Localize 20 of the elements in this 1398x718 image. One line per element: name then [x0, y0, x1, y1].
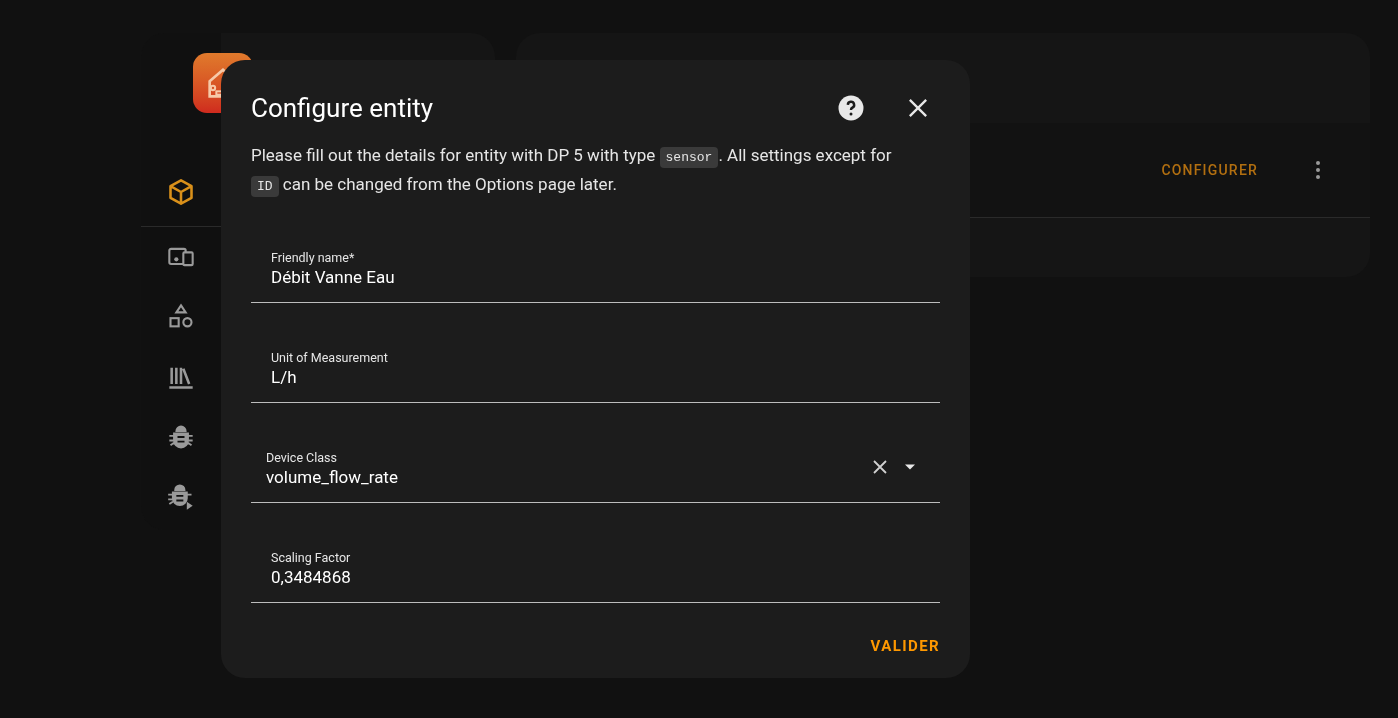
help-icon[interactable] — [836, 93, 866, 123]
bug-icon[interactable] — [167, 423, 195, 451]
field-value: L/h — [271, 366, 297, 389]
field-value: 0,3484868 — [271, 566, 351, 589]
field-value: Débit Vanne Eau — [271, 266, 395, 289]
bug-play-icon[interactable] — [167, 483, 195, 511]
field-label: Friendly name* — [271, 250, 355, 265]
input-field[interactable]: Friendly name* Débit Vanne Eau — [251, 228, 940, 303]
input-field[interactable]: Scaling Factor 0,3484868 — [251, 528, 940, 603]
field-value: volume_flow_rate — [266, 466, 398, 489]
field-label: Unit of Measurement — [271, 350, 388, 365]
dialog-description: Please fill out the details for entity with DP 5 with type sensor . All settings except for ID can be changed from the Options page later. — [251, 142, 940, 200]
dialog-title: Configure entity — [251, 91, 435, 125]
field-label: Device Class — [266, 450, 337, 465]
input-field[interactable]: Unit of Measurement L/h — [251, 328, 940, 403]
configure-button[interactable]: CONFIGURER — [1153, 153, 1266, 187]
field-label: Scaling Factor — [271, 550, 351, 565]
cube-icon[interactable] — [167, 177, 195, 206]
submit-button[interactable]: VALIDER — [870, 635, 940, 658]
select-field[interactable]: Device Class volume_flow_rate — [251, 428, 940, 503]
